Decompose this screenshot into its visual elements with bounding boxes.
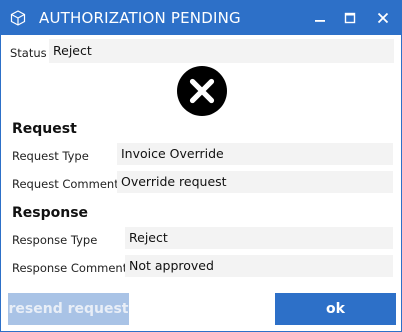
request-heading: Request xyxy=(12,121,77,137)
request-comment-label: Request Comment xyxy=(12,177,119,191)
response-comment-field: Not approved xyxy=(125,255,393,277)
reject-x-icon xyxy=(177,66,227,116)
response-heading: Response xyxy=(12,205,89,221)
response-comment-label: Response Comment xyxy=(12,261,128,275)
cube-icon xyxy=(10,10,26,26)
title-bar: AUTHORIZATION PENDING xyxy=(1,1,401,35)
maximize-button[interactable] xyxy=(337,5,363,31)
close-button[interactable] xyxy=(370,5,396,31)
authorization-dialog: AUTHORIZATION PENDING Status Reject Requ… xyxy=(0,0,402,332)
response-type-field: Reject xyxy=(125,227,393,249)
ok-button[interactable]: ok xyxy=(275,293,396,325)
response-type-label: Response Type xyxy=(12,233,98,247)
status-field: Reject xyxy=(49,39,394,63)
resend-request-button[interactable]: resend request xyxy=(8,293,129,325)
request-type-field: Invoice Override xyxy=(117,143,393,165)
minimize-button[interactable] xyxy=(307,5,333,31)
close-icon xyxy=(377,12,389,24)
window-title: AUTHORIZATION PENDING xyxy=(39,9,241,27)
request-type-label: Request Type xyxy=(12,149,89,163)
request-comment-field: Override request xyxy=(117,171,393,193)
maximize-icon xyxy=(344,12,356,24)
minimize-icon xyxy=(315,20,325,22)
status-label: Status xyxy=(10,46,47,60)
